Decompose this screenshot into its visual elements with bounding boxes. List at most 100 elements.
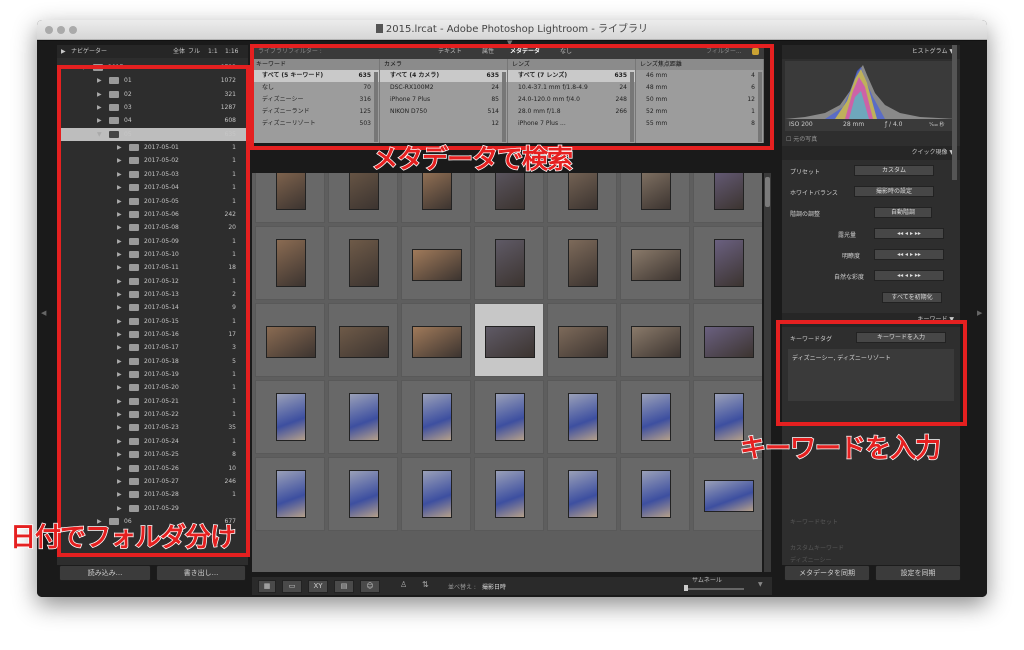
thumbnail-cell[interactable] — [693, 173, 762, 223]
toolbar-menu-icon[interactable]: ▼ — [758, 581, 763, 588]
thumbnail-cell[interactable] — [474, 457, 544, 531]
thumbnail-slider-handle[interactable] — [684, 585, 688, 591]
photo-thumbnail — [558, 326, 608, 358]
thumbnail-grid — [252, 173, 762, 572]
nav-option-fit[interactable]: 全体 — [173, 45, 185, 58]
filter-highlight-box — [250, 44, 774, 150]
thumbnail-cell[interactable] — [693, 457, 762, 531]
loupe-view-icon[interactable]: ▭ — [282, 580, 302, 593]
exposure-buttons[interactable]: ◂◂ ◂ ▸ ▸▸ — [874, 228, 944, 239]
exposure-label: 露光量 — [838, 232, 857, 239]
exif-iso: ISO 200 — [789, 121, 813, 128]
photo-thumbnail — [276, 239, 306, 287]
thumbnail-cell[interactable] — [474, 380, 544, 454]
clarity-label: 明瞭度 — [842, 253, 861, 260]
thumbnail-cell[interactable] — [255, 173, 325, 223]
photo-thumbnail — [568, 173, 598, 210]
grid-scrollbar[interactable] — [764, 173, 771, 572]
photo-thumbnail — [631, 249, 681, 281]
white-balance-dropdown[interactable]: 撮影時の設定 — [854, 186, 934, 197]
original-photo-toggle[interactable]: ☐ 元の写真 — [786, 134, 817, 143]
grid-scrollbar-thumb[interactable] — [765, 177, 770, 207]
tone-label: 階調の調整 — [790, 211, 821, 218]
annotation-enter-keyword: キーワードを入力 — [739, 433, 942, 465]
thumbnail-cell[interactable] — [547, 303, 617, 377]
import-button[interactable]: 読み込み... — [59, 565, 151, 581]
thumbnail-cell[interactable] — [328, 380, 398, 454]
export-button[interactable]: 書き出し... — [156, 565, 246, 581]
vibrance-label: 自然な彩度 — [834, 274, 865, 281]
thumbnail-slider[interactable] — [684, 585, 744, 591]
thumbnail-cell[interactable] — [474, 226, 544, 300]
photo-thumbnail — [568, 470, 598, 518]
minimize-window-button[interactable] — [57, 26, 65, 34]
navigator-label: ナビゲーター — [71, 48, 108, 55]
thumbnail-cell[interactable] — [328, 226, 398, 300]
thumbnail-cell[interactable] — [255, 457, 325, 531]
annotation-metadata-search: メタデータで検索 — [371, 144, 574, 176]
photo-thumbnail — [349, 173, 379, 210]
reset-all-button[interactable]: すべてを初期化 — [882, 292, 942, 303]
sort-direction-icon[interactable]: ⇅ — [422, 580, 429, 589]
sort-label: 並べ替え : — [448, 584, 476, 591]
sync-metadata-button[interactable]: メタデータを同期 — [784, 565, 870, 581]
vibrance-buttons[interactable]: ◂◂ ◂ ▸ ▸▸ — [874, 270, 944, 281]
survey-view-icon[interactable]: ▤ — [334, 580, 354, 593]
nav-option-1-16[interactable]: 1:16 — [225, 45, 238, 58]
histogram-header[interactable]: ヒストグラム ▼ — [782, 45, 960, 59]
navigator-header[interactable]: ▶ ナビゲーター 全体 フル 1:1 1:16 — [57, 45, 248, 58]
photo-thumbnail — [276, 393, 306, 441]
thumbnail-cell[interactable] — [693, 226, 762, 300]
preset-dropdown[interactable]: カスタム — [854, 165, 934, 176]
thumbnail-cell[interactable] — [620, 380, 690, 454]
thumbnail-cell[interactable] — [620, 226, 690, 300]
photo-thumbnail — [704, 326, 754, 358]
thumbnail-cell[interactable] — [620, 303, 690, 377]
thumbnail-cell[interactable] — [547, 380, 617, 454]
thumbnail-cell[interactable] — [620, 457, 690, 531]
thumbnail-cell[interactable] — [401, 380, 471, 454]
faded-keyword-section: キーワードセット カスタムキーワード ディズニーシー — [790, 519, 845, 564]
auto-tone-button[interactable]: 自動階調 — [874, 207, 932, 218]
thumbnail-cell[interactable] — [693, 303, 762, 377]
photo-thumbnail — [422, 173, 452, 210]
sync-settings-button[interactable]: 設定を同期 — [875, 565, 961, 581]
thumbnail-cell[interactable] — [401, 303, 471, 377]
sort-dropdown[interactable]: 撮影日時 — [482, 582, 506, 591]
quick-develop-header[interactable]: クイック現像 ▼ — [782, 146, 960, 160]
grid-view-icon[interactable]: ▦ — [258, 580, 276, 593]
nav-option-1-1[interactable]: 1:1 — [208, 45, 218, 58]
photo-thumbnail — [276, 470, 306, 518]
painter-icon[interactable]: ♙ — [400, 580, 407, 589]
thumbnail-cell[interactable] — [401, 173, 471, 223]
thumbnail-cell[interactable] — [547, 173, 617, 223]
thumbnail-cell[interactable] — [401, 457, 471, 531]
photo-thumbnail — [495, 173, 525, 210]
wb-label: ホワイトバランス — [790, 190, 838, 197]
photo-thumbnail — [495, 393, 525, 441]
clarity-buttons[interactable]: ◂◂ ◂ ▸ ▸▸ — [874, 249, 944, 260]
zoom-window-button[interactable] — [69, 26, 77, 34]
right-panel-scrollbar[interactable] — [952, 45, 957, 180]
thumbnail-cell[interactable] — [620, 173, 690, 223]
thumbnail-cell[interactable] — [547, 226, 617, 300]
compare-view-icon[interactable]: XY — [308, 580, 328, 593]
thumbnail-cell[interactable] — [255, 226, 325, 300]
thumbnail-cell[interactable] — [474, 303, 544, 377]
left-panel-toggle-icon[interactable]: ◀ — [41, 309, 46, 317]
folder-highlight-box — [57, 65, 250, 557]
right-panel-toggle-icon[interactable]: ▶ — [977, 309, 982, 317]
exif-aperture: ƒ / 4.0 — [885, 121, 903, 128]
people-view-icon[interactable]: ☺ — [360, 580, 380, 593]
nav-option-fill[interactable]: フル — [188, 45, 200, 58]
photo-thumbnail — [714, 239, 744, 287]
thumbnail-cell[interactable] — [547, 457, 617, 531]
thumbnail-cell[interactable] — [401, 226, 471, 300]
thumbnail-cell[interactable] — [328, 173, 398, 223]
thumbnail-cell[interactable] — [255, 303, 325, 377]
thumbnail-cell[interactable] — [255, 380, 325, 454]
thumbnail-cell[interactable] — [328, 303, 398, 377]
thumbnail-cell[interactable] — [474, 173, 544, 223]
thumbnail-cell[interactable] — [328, 457, 398, 531]
close-window-button[interactable] — [45, 26, 53, 34]
